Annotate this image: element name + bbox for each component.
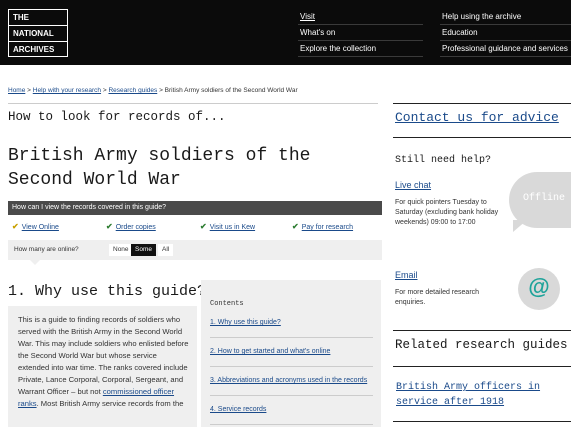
breadcrumb-research-guides[interactable]: Research guides [108,87,157,94]
order-copies-link[interactable]: Order copies [116,224,156,231]
online-some-button[interactable]: Some [131,244,156,256]
national-archives-logo[interactable]: THE NATIONAL ARCHIVES [8,9,68,57]
view-option: ✔ Pay for research [292,222,353,231]
logo-line: ARCHIVES [13,45,55,54]
contents-link[interactable]: 1. Why use this guide? [210,319,281,326]
online-label: How many are online? [14,246,79,253]
nav-professional-guidance[interactable]: Professional guidance and services [440,41,571,57]
online-availability: How many are online? None Some All [8,240,382,260]
contents-item: 3. Abbreviations and acronyms used in th… [210,376,373,396]
logo-line: NATIONAL [9,26,67,42]
primary-nav: Visit What's on Explore the collection [298,9,423,57]
view-options: ✔ View Online ✔ Order copies ✔ Visit us in … [8,222,382,236]
check-icon: ✔ [12,222,19,231]
visit-kew-link[interactable]: Visit us in Kew [210,224,255,231]
check-icon: ✔ [200,222,207,231]
online-none-button[interactable]: None [109,244,133,256]
contents-link[interactable]: 3. Abbreviations and acronyms used in th… [210,377,367,384]
related-guides-heading: Related research guides [395,338,568,352]
section-heading: 1. Why use this guide? [8,283,207,300]
pointer-notch [30,260,40,265]
section-body-text: . Most British Army service records from… [36,399,184,408]
sidebar-divider [393,366,571,367]
sidebar-divider [393,103,571,104]
check-icon: ✔ [292,222,299,231]
breadcrumb-help-with-research[interactable]: Help with your research [33,87,101,94]
breadcrumb-current: British Army soldiers of the Second Worl… [164,87,298,94]
secondary-nav: Help using the archive Education Profess… [440,9,571,57]
logo-line: THE [9,10,67,26]
view-option: ✔ Visit us in Kew [200,222,255,231]
online-all-button[interactable]: All [158,244,174,256]
contents-link[interactable]: 2. How to get started and what's online [210,348,330,355]
nav-help-using-archive[interactable]: Help using the archive [440,9,571,25]
chat-status: Offline [523,193,566,204]
live-chat-link[interactable]: Live chat [395,180,431,190]
contents-item: 1. Why use this guide? [210,318,373,338]
breadcrumb-home[interactable]: Home [8,87,25,94]
breadcrumb: Home > Help with your research > Researc… [8,87,298,94]
view-option: ✔ Order copies [106,222,156,231]
view-online-link[interactable]: View Online [22,224,59,231]
page-title: British Army soldiers of the Second Worl… [8,146,311,190]
view-options-heading: How can I view the records covered in th… [8,201,382,215]
contents-heading: Contents [210,300,244,308]
sidebar-divider [393,137,571,138]
sidebar-divider [393,330,571,331]
section-body: This is a guide to finding records of so… [8,306,197,427]
chat-bubble-tail [513,220,527,232]
view-option: ✔ View Online [12,222,59,231]
at-glyph: @ [528,274,550,299]
sidebar-divider [393,421,571,422]
pay-for-research-link[interactable]: Pay for research [302,224,353,231]
email-icon: @ [518,268,560,310]
still-need-help: Still need help? [395,155,492,166]
email-text: For more detailed research enquiries. [395,289,480,306]
page-kicker: How to look for records of... [8,110,226,124]
email-link[interactable]: Email [395,270,418,280]
section-body-text: This is a guide to finding records of so… [18,315,189,396]
nav-explore-collection[interactable]: Explore the collection [298,41,423,57]
related-guide-link[interactable]: British Army officers in service after 1… [396,380,566,410]
nav-education[interactable]: Education [440,25,571,41]
site-header: THE NATIONAL ARCHIVES Visit What's on Ex… [0,0,571,65]
check-icon: ✔ [106,222,113,231]
divider [8,103,378,104]
contents-item: 2. How to get started and what's online [210,347,373,367]
contact-us-link[interactable]: Contact us for advice [395,110,559,125]
live-chat-text: For quick pointers Tuesday to Saturday (… [395,199,499,226]
contents-box: Contents 1. Why use this guide? 2. How t… [201,280,381,427]
contents-item: 4. Service records [210,405,373,425]
contents-link[interactable]: 4. Service records [210,406,266,413]
nav-visit[interactable]: Visit [298,9,423,25]
nav-whats-on[interactable]: What's on [298,25,423,41]
